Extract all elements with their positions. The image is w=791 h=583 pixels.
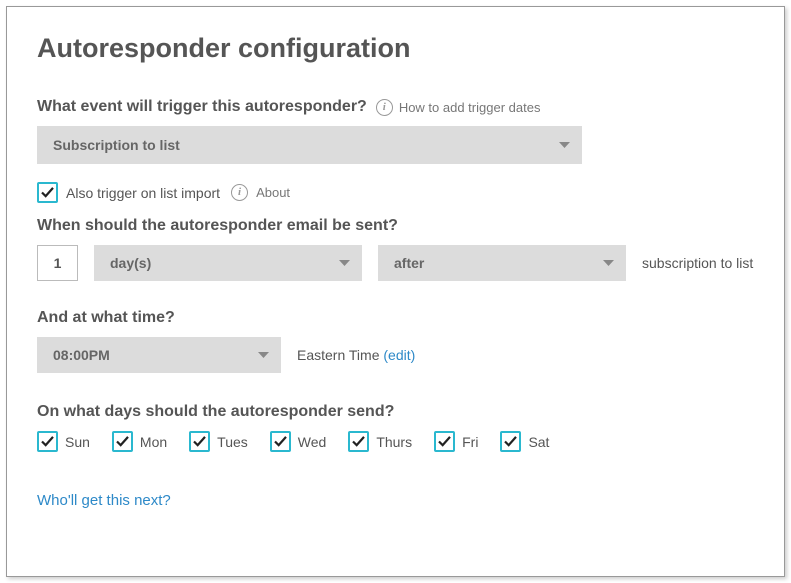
- also-trigger-label: Also trigger on list import: [66, 185, 220, 201]
- check-icon: [193, 436, 206, 447]
- about-link[interactable]: About: [256, 185, 290, 200]
- trigger-help-link[interactable]: How to add trigger dates: [399, 100, 541, 115]
- chevron-down-icon: [559, 142, 570, 149]
- time-select[interactable]: 08:00PM: [37, 337, 281, 373]
- chevron-down-icon: [603, 260, 614, 267]
- day-mon-checkbox[interactable]: [112, 431, 133, 452]
- timing-label: When should the autoresponder email be s…: [37, 217, 754, 235]
- check-icon: [274, 436, 287, 447]
- time-label: And at what time?: [37, 309, 754, 327]
- check-icon: [504, 436, 517, 447]
- autoresponder-config-panel: Autoresponder configuration What event w…: [6, 6, 785, 577]
- check-icon: [116, 436, 129, 447]
- page-title: Autoresponder configuration: [37, 33, 754, 64]
- chevron-down-icon: [258, 352, 269, 359]
- check-icon: [41, 436, 54, 447]
- chevron-down-icon: [339, 260, 350, 267]
- timezone-text: Eastern Time (edit): [297, 347, 415, 363]
- day-item: Sat: [500, 431, 549, 452]
- day-tues-checkbox[interactable]: [189, 431, 210, 452]
- day-sat-checkbox[interactable]: [500, 431, 521, 452]
- day-sun-checkbox[interactable]: [37, 431, 58, 452]
- timing-count-input[interactable]: [37, 245, 78, 281]
- info-icon[interactable]: i: [231, 184, 248, 201]
- trigger-event-label: What event will trigger this autorespond…: [37, 98, 754, 116]
- info-icon[interactable]: i: [376, 99, 393, 116]
- day-item: Fri: [434, 431, 478, 452]
- edit-timezone-link[interactable]: (edit): [383, 347, 415, 363]
- day-item: Mon: [112, 431, 167, 452]
- timing-relation-select[interactable]: after: [378, 245, 626, 281]
- timing-unit-select[interactable]: day(s): [94, 245, 362, 281]
- day-item: Thurs: [348, 431, 412, 452]
- day-item: Tues: [189, 431, 248, 452]
- trigger-event-select[interactable]: Subscription to list: [37, 126, 582, 164]
- check-icon: [352, 436, 365, 447]
- days-row: Sun Mon Tues Wed Thurs Fri Sat: [37, 431, 754, 452]
- timing-suffix: subscription to list: [642, 255, 753, 271]
- day-thurs-checkbox[interactable]: [348, 431, 369, 452]
- day-fri-checkbox[interactable]: [434, 431, 455, 452]
- check-icon: [41, 187, 54, 198]
- who-gets-next-link[interactable]: Who'll get this next?: [37, 492, 754, 509]
- check-icon: [438, 436, 451, 447]
- also-trigger-checkbox[interactable]: [37, 182, 58, 203]
- day-item: Wed: [270, 431, 327, 452]
- day-wed-checkbox[interactable]: [270, 431, 291, 452]
- day-item: Sun: [37, 431, 90, 452]
- days-label: On what days should the autoresponder se…: [37, 403, 754, 421]
